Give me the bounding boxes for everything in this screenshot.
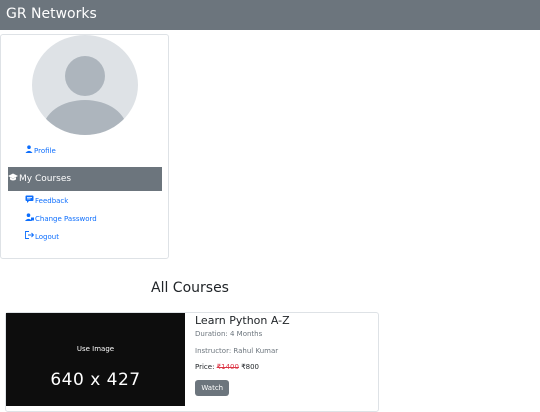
- top-navbar: GR Networks: [0, 0, 540, 30]
- sidebar-item-feedback[interactable]: Feedback: [25, 195, 68, 205]
- chat-icon: [25, 195, 34, 205]
- sidebar: Profile My Courses Feedback Change Passw…: [0, 34, 169, 259]
- avatar-icon: [32, 35, 138, 135]
- sidebar-item-label: Profile: [34, 147, 56, 155]
- watch-course-button[interactable]: Watch Course: [195, 380, 230, 408]
- image-dimensions: 640 x 427: [50, 370, 141, 390]
- person-lock-icon: [25, 213, 34, 223]
- sidebar-item-logout[interactable]: Logout: [25, 231, 59, 241]
- image-caption: Use Image: [76, 345, 115, 353]
- course-title: Learn Python A-Z: [195, 314, 290, 327]
- sidebar-item-label: My Courses: [19, 174, 72, 184]
- sidebar-item-profile[interactable]: Profile: [25, 145, 56, 155]
- section-title: All Courses: [151, 280, 229, 296]
- sidebar-item-label: Logout: [35, 233, 59, 241]
- sidebar-item-change-password[interactable]: Change Password: [25, 213, 97, 223]
- person-icon: [25, 145, 33, 155]
- sidebar-item-label: Change Password: [35, 215, 97, 223]
- course-instructor: Instructor: Rahul Kumar: [195, 347, 279, 355]
- mortarboard-icon: [8, 173, 18, 185]
- course-image-placeholder: Use Image 640 x 427: [6, 313, 185, 406]
- sidebar-item-label: Feedback: [35, 197, 69, 205]
- price-label: Price:: [195, 363, 215, 371]
- new-price: ₹800: [241, 363, 260, 371]
- course-card: Use Image 640 x 427 Learn Python A-Z Dur…: [5, 312, 379, 412]
- course-price: Price: ₹1400 ₹800: [195, 363, 259, 371]
- course-duration: Duration: 4 Months: [195, 330, 263, 338]
- sidebar-item-my-courses[interactable]: My Courses: [8, 167, 162, 191]
- logout-icon: [25, 231, 35, 241]
- brand-title[interactable]: GR Networks: [6, 5, 97, 23]
- old-price: ₹1400: [216, 363, 239, 371]
